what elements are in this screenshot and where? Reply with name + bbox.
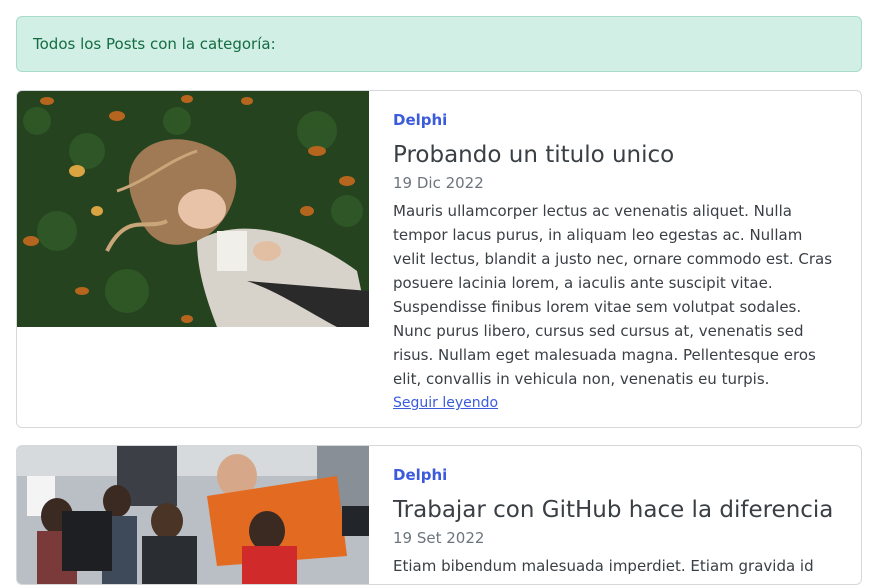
alert-text: Todos los Posts con la categoría:: [33, 35, 276, 53]
post-image[interactable]: [17, 91, 369, 427]
post-excerpt: Mauris ullamcorper lectus ac venenatis a…: [393, 202, 833, 388]
category-alert: Todos los Posts con la categoría:: [16, 16, 862, 72]
read-more-link[interactable]: Seguir leyendo: [393, 393, 498, 413]
post-image-woman-on-grass: [17, 91, 369, 327]
post-image-classroom: [17, 446, 369, 584]
post-category[interactable]: Delphi: [393, 466, 837, 484]
post-card: Delphi Trabajar con GitHub hace la difer…: [16, 445, 862, 585]
post-excerpt: Etiam bibendum malesuada imperdiet. Etia…: [393, 557, 814, 575]
post-category[interactable]: Delphi: [393, 111, 837, 129]
post-title[interactable]: Probando un titulo unico: [393, 139, 837, 171]
post-image[interactable]: [17, 446, 369, 584]
post-card: Delphi Probando un titulo unico 19 Dic 2…: [16, 90, 862, 428]
post-date: 19 Dic 2022: [393, 174, 484, 192]
post-date: 19 Set 2022: [393, 529, 485, 547]
post-title[interactable]: Trabajar con GitHub hace la diferencia: [393, 494, 837, 526]
